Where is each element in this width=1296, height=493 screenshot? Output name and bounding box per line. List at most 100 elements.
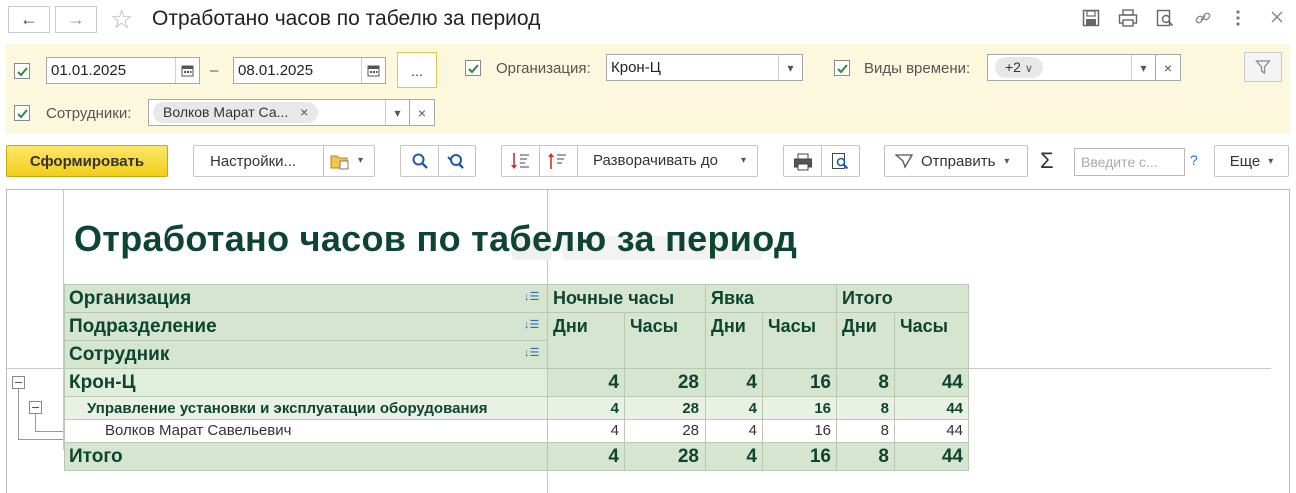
- row-organization-value[interactable]: 16: [768, 372, 831, 394]
- sum-icon[interactable]: Σ: [1040, 148, 1054, 174]
- date-from-field[interactable]: 01.01.2025: [46, 57, 200, 84]
- time-types-chip-label: +2: [1005, 59, 1021, 75]
- help-icon[interactable]: ?: [1190, 152, 1198, 168]
- row-department-value[interactable]: 16: [768, 400, 831, 417]
- organization-label: Организация:: [496, 60, 591, 77]
- more-button[interactable]: Еще ▾: [1214, 145, 1289, 177]
- calendar-icon[interactable]: [175, 58, 199, 83]
- organization-field[interactable]: Крон-Ц ▾: [606, 54, 803, 81]
- row-department-name[interactable]: Управление установки и эксплуатации обор…: [87, 400, 487, 417]
- time-types-chip[interactable]: +2 ∨: [995, 57, 1043, 78]
- organization-value: Крон-Ц: [611, 59, 661, 76]
- row-employee-value[interactable]: 8: [842, 422, 889, 439]
- sort-icon[interactable]: ↓☰: [524, 318, 539, 331]
- report-sheet[interactable]: Отработано часов по табелю за период Орг…: [6, 189, 1290, 493]
- employee-chip[interactable]: Волков Марат Са... ×: [153, 102, 319, 123]
- print-icon[interactable]: [793, 153, 813, 175]
- chevron-down-icon[interactable]: ▾: [358, 155, 363, 166]
- collapse-groups-icon[interactable]: [548, 152, 568, 174]
- send-button[interactable]: Отправить ▾: [884, 145, 1028, 177]
- header-attendance-days: Дни: [711, 316, 746, 336]
- totals-value[interactable]: 4: [553, 446, 619, 468]
- totals-value[interactable]: 44: [900, 446, 963, 468]
- employees-checkbox[interactable]: [14, 105, 30, 121]
- checkmark-icon: [836, 63, 848, 73]
- row-department-value[interactable]: 4: [711, 400, 757, 417]
- row-department-value[interactable]: 28: [630, 400, 699, 417]
- sort-icon[interactable]: ↓☰: [524, 346, 539, 359]
- row-department-value[interactable]: 4: [553, 400, 619, 417]
- more-vertical-icon[interactable]: [1235, 9, 1241, 32]
- report-variant-icon[interactable]: [330, 152, 352, 174]
- row-organization-value[interactable]: 4: [553, 372, 619, 394]
- header-total: Итого: [842, 288, 893, 308]
- row-employee-value[interactable]: 16: [768, 422, 831, 439]
- link-icon[interactable]: [1194, 9, 1212, 32]
- time-types-checkbox[interactable]: [834, 60, 850, 76]
- settings-button[interactable]: Настройки...: [210, 153, 296, 170]
- chevron-down-icon[interactable]: ▾: [1131, 55, 1155, 80]
- arrow-left-icon: ←: [20, 9, 38, 29]
- generate-button[interactable]: Сформировать: [6, 145, 168, 177]
- totals-label: Итого: [69, 446, 123, 467]
- totals-value[interactable]: 16: [768, 446, 831, 468]
- chevron-down-icon[interactable]: ▾: [778, 55, 802, 80]
- period-select-button[interactable]: ...: [397, 52, 437, 88]
- row-employee-value[interactable]: 28: [630, 422, 699, 439]
- header-organization: Организация: [69, 288, 192, 309]
- favorite-star-icon[interactable]: ☆: [110, 4, 133, 35]
- date-range-dash: –: [210, 62, 219, 79]
- preview-icon[interactable]: [1156, 9, 1174, 32]
- more-label: Еще: [1229, 152, 1261, 170]
- row-department-value[interactable]: 8: [842, 400, 889, 417]
- row-employee-value[interactable]: 44: [900, 422, 963, 439]
- checkmark-icon: [467, 63, 479, 73]
- collapse-group-icon[interactable]: [12, 376, 25, 389]
- sort-icon[interactable]: ↓☰: [524, 290, 539, 303]
- chip-remove-icon[interactable]: ×: [300, 104, 308, 120]
- organization-checkbox[interactable]: [465, 60, 481, 76]
- chevron-down-icon[interactable]: ▾: [385, 100, 409, 125]
- expand-groups-icon[interactable]: [511, 152, 531, 174]
- search-icon[interactable]: [411, 152, 429, 174]
- row-organization-value[interactable]: 44: [900, 372, 963, 394]
- row-organization-name[interactable]: Крон-Ц: [69, 372, 136, 394]
- arrow-right-icon: →: [67, 9, 85, 29]
- send-icon: [894, 153, 914, 173]
- back-button[interactable]: ←: [8, 6, 50, 33]
- row-organization-value[interactable]: 4: [711, 372, 757, 394]
- close-icon[interactable]: [1270, 9, 1284, 29]
- totals-value[interactable]: 4: [711, 446, 757, 468]
- window-title: Отработано часов по табелю за период: [152, 7, 541, 30]
- print-preview-icon[interactable]: [831, 152, 849, 174]
- row-employee-value[interactable]: 4: [711, 422, 757, 439]
- save-icon[interactable]: [1082, 9, 1100, 32]
- expand-to-button[interactable]: Разворачивать до: [593, 152, 718, 169]
- row-department-value[interactable]: 44: [900, 400, 963, 417]
- print-icon[interactable]: [1118, 9, 1138, 32]
- row-organization-value[interactable]: 8: [842, 372, 889, 394]
- employees-label: Сотрудники:: [46, 105, 132, 122]
- send-label: Отправить: [921, 152, 996, 170]
- search-refresh-icon[interactable]: [447, 152, 465, 174]
- row-organization-value[interactable]: 28: [630, 372, 699, 394]
- totals-value[interactable]: 8: [842, 446, 889, 468]
- header-night-days: Дни: [553, 316, 588, 336]
- row-employee-value[interactable]: 4: [553, 422, 619, 439]
- chevron-down-icon: ▾: [1004, 155, 1010, 167]
- time-types-label: Виды времени:: [864, 60, 971, 77]
- row-employee-name[interactable]: Волков Марат Савельевич: [105, 422, 291, 439]
- totals-value[interactable]: 28: [630, 446, 699, 468]
- calendar-icon[interactable]: [361, 58, 385, 83]
- period-checkbox[interactable]: [14, 63, 30, 79]
- date-from-value: 01.01.2025: [51, 62, 127, 79]
- chevron-down-icon[interactable]: ▾: [741, 155, 746, 166]
- grouping-button-group: Разворачивать до ▾: [501, 145, 758, 177]
- forward-button[interactable]: →: [55, 6, 97, 33]
- time-types-clear-button[interactable]: ×: [1155, 54, 1181, 81]
- filter-settings-button[interactable]: [1244, 52, 1282, 82]
- search-input[interactable]: Введите с...: [1074, 148, 1185, 176]
- collapse-group-icon[interactable]: [29, 401, 42, 414]
- employees-clear-button[interactable]: ×: [409, 99, 435, 126]
- date-to-field[interactable]: 08.01.2025: [233, 57, 386, 84]
